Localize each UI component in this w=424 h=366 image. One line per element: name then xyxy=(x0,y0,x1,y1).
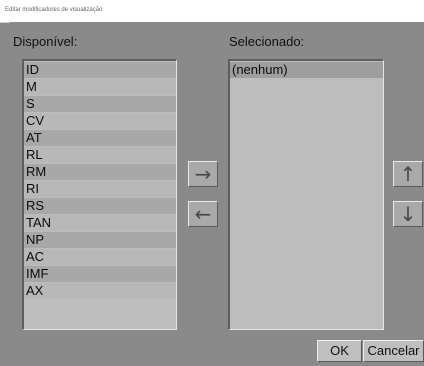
list-item[interactable]: M xyxy=(24,79,176,95)
list-item[interactable]: CV xyxy=(24,113,176,129)
list-item[interactable]: ID xyxy=(24,62,176,78)
ok-button[interactable]: OK xyxy=(317,340,362,362)
remove-button[interactable]: ← xyxy=(188,201,218,227)
move-down-button[interactable]: ↓ xyxy=(393,201,423,227)
list-item[interactable]: AT xyxy=(24,130,176,146)
arrow-up-icon: ↑ xyxy=(399,162,417,186)
list-item[interactable]: AC xyxy=(24,249,176,265)
list-item[interactable]: AX xyxy=(24,283,176,299)
list-item[interactable]: TAN xyxy=(24,215,176,231)
selected-list[interactable]: (nenhum) xyxy=(228,59,384,330)
list-item[interactable]: (nenhum) xyxy=(230,62,383,78)
arrow-left-icon: ← xyxy=(194,202,212,226)
move-up-button[interactable]: ↑ xyxy=(393,161,423,187)
dialog-body: Disponível: Selecionado: ID M S CV AT RL RM RI R… xyxy=(10,22,424,366)
list-item[interactable]: RI xyxy=(24,181,176,197)
cancel-button[interactable]: Cancelar xyxy=(363,340,424,362)
list-item[interactable]: RS xyxy=(24,198,176,214)
list-item[interactable]: S xyxy=(24,96,176,112)
list-item[interactable]: IMF xyxy=(24,266,176,282)
list-item[interactable]: RL xyxy=(24,147,176,163)
available-heading: Disponível: xyxy=(13,34,78,49)
arrow-down-icon: ↓ xyxy=(399,202,417,226)
title-bar: Editar modificadores de visualização xyxy=(0,0,424,23)
window-title: Editar modificadores de visualização xyxy=(5,7,103,13)
arrow-right-icon: → xyxy=(194,162,212,186)
list-item[interactable]: NP xyxy=(24,232,176,248)
list-item[interactable]: RM xyxy=(24,164,176,180)
available-list[interactable]: ID M S CV AT RL RM RI RS TAN NP AC IMF AX xyxy=(22,59,177,330)
selected-heading: Selecionado: xyxy=(229,34,305,49)
add-button[interactable]: → xyxy=(188,161,218,187)
